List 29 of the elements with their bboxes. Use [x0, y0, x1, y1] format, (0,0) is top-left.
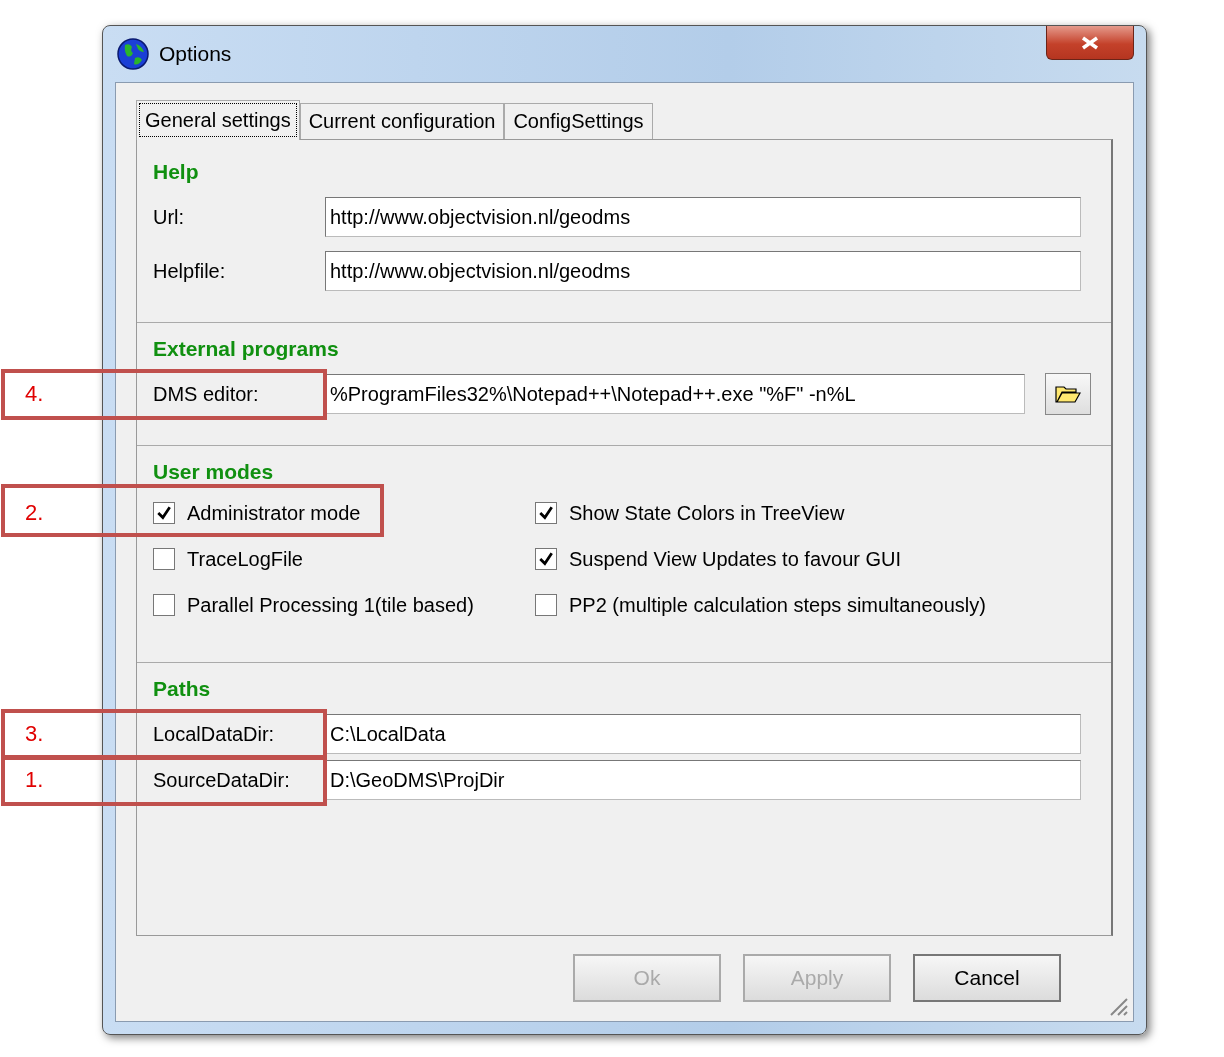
text-field[interactable]: http://www.objectvision.nl/geodms: [325, 251, 1081, 291]
dialog-button[interactable]: Cancel: [913, 954, 1061, 1002]
callout-number: 2.: [25, 500, 44, 526]
text-field[interactable]: D:\GeoDMS\ProjDir: [325, 760, 1081, 800]
callout-number: 3.: [25, 721, 44, 747]
checkbox-label: Administrator mode: [187, 501, 361, 525]
field-label: LocalDataDir:: [153, 722, 275, 745]
section-heading: External programs: [153, 337, 340, 361]
field-label: Url:: [153, 205, 185, 228]
tab[interactable]: Current configuration: [299, 103, 505, 139]
section-heading: User modes: [153, 460, 275, 484]
window-title: Options: [159, 42, 232, 66]
section-heading: Paths: [153, 677, 212, 701]
field-label: DMS editor:: [153, 382, 259, 405]
checkbox-label: Suspend View Updates to favour GUI: [569, 547, 902, 571]
text-field[interactable]: C:\LocalData: [325, 714, 1081, 754]
tab[interactable]: General settings: [136, 100, 300, 140]
callout-number: 4.: [25, 381, 44, 407]
checkbox-label: Parallel Processing 1(tile based): [187, 593, 474, 617]
text-field[interactable]: %ProgramFiles32%\Notepad++\Notepad++.exe "%F" -n%L: [325, 374, 1025, 414]
checkbox-label: PP2 (multiple calculation steps simultaneously): [569, 593, 986, 617]
text-field[interactable]: http://www.objectvision.nl/geodms: [325, 197, 1081, 237]
checkbox-label: Show State Colors in TreeView: [569, 501, 845, 525]
field-label: SourceDataDir:: [153, 768, 290, 791]
field-label: Helpfile:: [153, 259, 226, 282]
section-heading: Help: [153, 160, 200, 184]
callout-number: 1.: [25, 767, 44, 793]
checkbox-label: TraceLogFile: [187, 547, 303, 571]
tab[interactable]: ConfigSettings: [504, 103, 653, 139]
